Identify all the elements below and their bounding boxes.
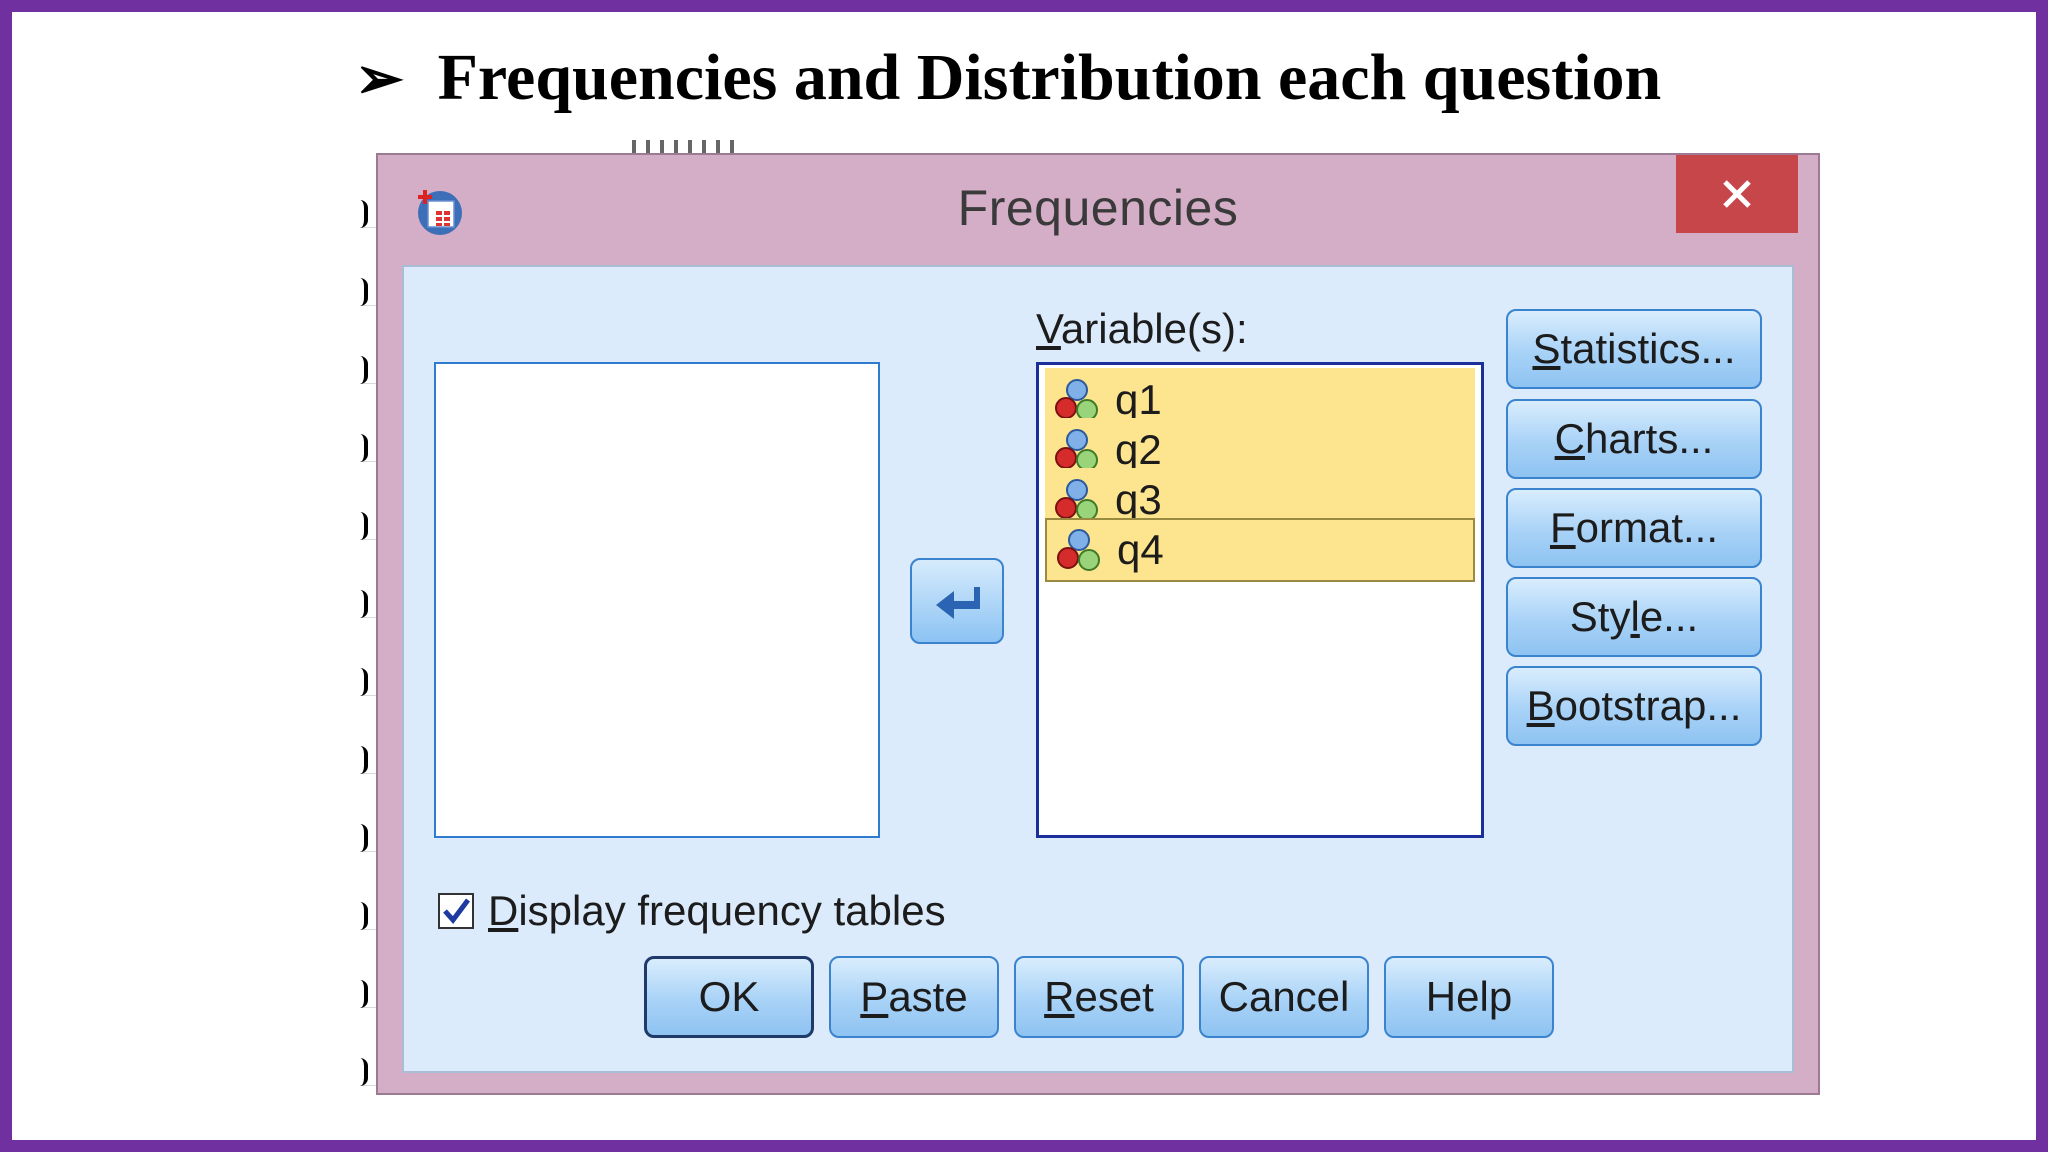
slide-title: ➢ Frequencies and Distribution each ques… (355, 38, 1661, 118)
button-label: tatistics... (1560, 325, 1736, 372)
variables-label: Variable(s): (1036, 305, 1248, 353)
button-label: ormat... (1575, 504, 1719, 551)
variables-label-mnemonic: V (1036, 305, 1061, 352)
dialog-title: Frequencies (957, 180, 1239, 236)
button-label: OK (698, 973, 760, 1020)
checkbox-mnemonic: D (488, 887, 519, 934)
button-label: aste (888, 973, 968, 1020)
nominal-variable-icon (1057, 529, 1100, 571)
dialog-client-area: Variable(s): q1 q2 q3 q4 S tatistics... … (402, 265, 1794, 1073)
button-mnemonic: F (1549, 504, 1576, 551)
statistics-button[interactable]: Statistics... (1506, 309, 1762, 389)
paste-button[interactable]: Paste (829, 956, 999, 1038)
background-row-markers (360, 150, 374, 1095)
display-frequency-tables-checkbox[interactable] (438, 893, 474, 929)
frequencies-dialog: Frequencies Variable(s): q1 q2 q3 q4 S t… (376, 153, 1820, 1095)
button-label: Help (1425, 973, 1513, 1020)
button-label: e... (1639, 593, 1699, 640)
button-label: eset (1074, 973, 1154, 1020)
checkmark-icon (443, 898, 470, 924)
display-frequency-tables-option[interactable]: Display frequency tables (438, 887, 946, 935)
source-variable-list[interactable] (434, 362, 880, 838)
variable-name: q3 (1115, 476, 1162, 523)
button-label: ootstrap... (1554, 682, 1742, 729)
variable-name: q2 (1115, 426, 1162, 473)
variables-label-text: ariable(s): (1060, 305, 1248, 352)
button-mnemonic: B (1526, 682, 1555, 729)
bootstrap-button[interactable]: Bootstrap... (1506, 666, 1762, 746)
help-button[interactable]: Help (1384, 956, 1554, 1038)
move-variable-button[interactable] (910, 558, 1004, 644)
reset-button[interactable]: Reset (1014, 956, 1184, 1038)
button-mnemonic: S (1532, 325, 1561, 372)
selected-variables-list[interactable]: q1 q2 q3 q4 (1036, 362, 1484, 838)
bullet-arrow-icon: ➢ (355, 46, 404, 111)
background-header-fragment (632, 140, 742, 154)
style-button[interactable]: Sty l e... (1506, 577, 1762, 657)
format-button[interactable]: Format... (1506, 488, 1762, 568)
button-label-prefix: Sty (1569, 593, 1631, 640)
ok-button[interactable]: OK (644, 956, 814, 1038)
button-label: Cancel (1218, 973, 1350, 1020)
charts-button[interactable]: Charts... (1506, 399, 1762, 479)
button-label: harts... (1584, 415, 1714, 462)
button-mnemonic: C (1554, 415, 1585, 462)
button-mnemonic: R (1044, 973, 1075, 1020)
slide-title-text: Frequencies and Distribution each questi… (437, 41, 1662, 114)
close-button[interactable] (1676, 155, 1798, 233)
variable-name: q1 (1115, 376, 1162, 423)
checkbox-label-text: isplay frequency tables (518, 887, 946, 934)
list-item-selected[interactable]: q4 (1045, 518, 1475, 582)
close-icon (1723, 180, 1751, 208)
arrow-left-icon (936, 587, 980, 619)
variable-name: q4 (1117, 526, 1164, 573)
button-mnemonic: P (860, 973, 889, 1020)
checkbox-label: Display frequency tables (488, 887, 946, 935)
cancel-button[interactable]: Cancel (1199, 956, 1369, 1038)
button-mnemonic: l (1630, 593, 1640, 640)
